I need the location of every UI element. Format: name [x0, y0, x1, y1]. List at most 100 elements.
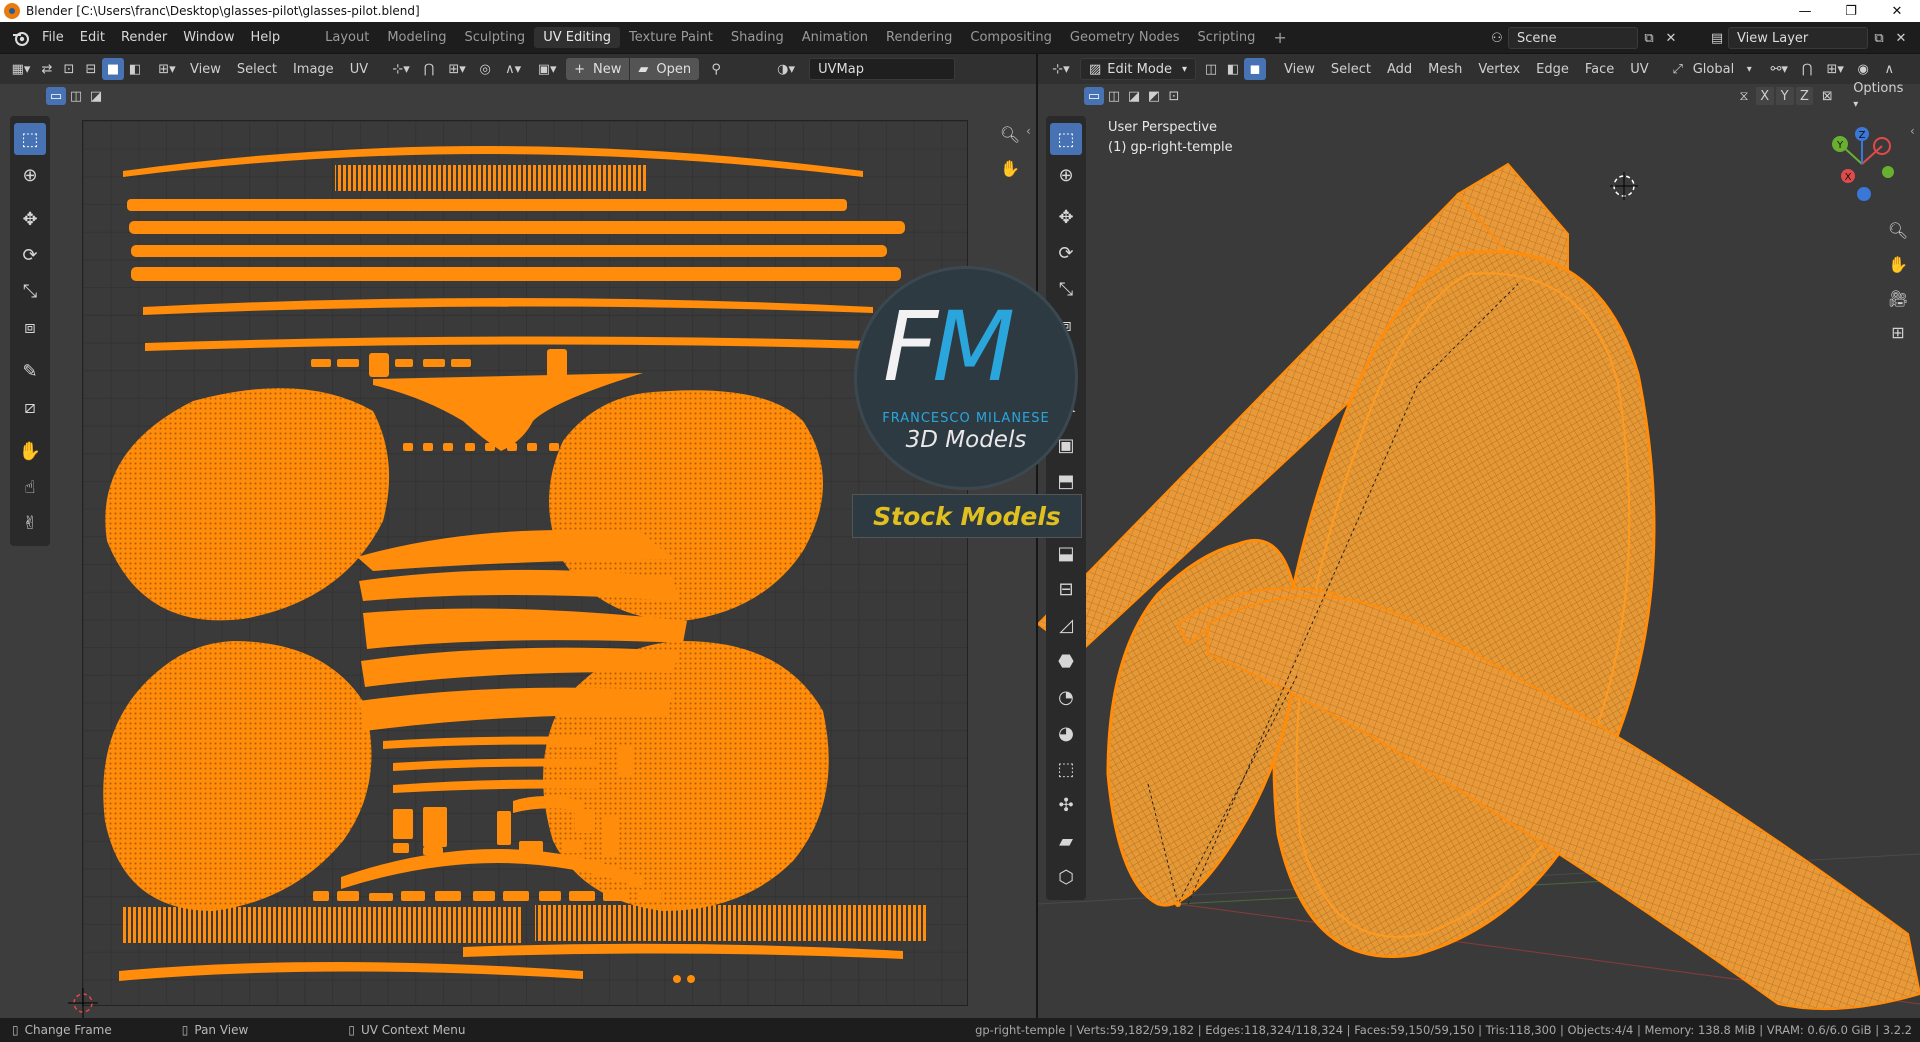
uv-sync-selection-icon[interactable]: ⇄: [36, 58, 58, 80]
delete-view-layer-icon[interactable]: ✕: [1890, 27, 1912, 49]
viewport-menu-add[interactable]: Add: [1379, 62, 1420, 77]
axis-x-toggle[interactable]: X: [1755, 87, 1774, 105]
vp-sidebar-toggle-icon[interactable]: ‹: [1910, 124, 1915, 138]
rip-icon[interactable]: ⬡: [1050, 861, 1082, 893]
smooth-icon[interactable]: ◕: [1050, 717, 1082, 749]
vp-select-intersect-icon[interactable]: ⊡: [1164, 87, 1184, 105]
tab-uv-editing[interactable]: UV Editing: [534, 27, 621, 48]
vp-scale-icon[interactable]: ⤡: [1050, 273, 1082, 305]
vp-select-invert-icon[interactable]: ◩: [1144, 87, 1164, 105]
pin-icon[interactable]: ⚲: [705, 58, 727, 80]
vp-select-new-icon[interactable]: ▭: [1084, 87, 1104, 105]
cursor-icon[interactable]: ⊕: [14, 159, 46, 191]
menu-render[interactable]: Render: [113, 30, 175, 45]
falloff-icon[interactable]: ∧▾: [498, 58, 528, 80]
spin-icon[interactable]: ◔: [1050, 681, 1082, 713]
select-new-icon[interactable]: ▭: [46, 87, 66, 105]
viewport-menu-vertex[interactable]: Vertex: [1470, 62, 1528, 77]
mode-dropdown[interactable]: ▨ Edit Mode ▾: [1080, 58, 1196, 80]
overlay-icon[interactable]: ◑▾: [771, 58, 801, 80]
scene-icon[interactable]: ⚇: [1486, 27, 1508, 49]
viewport-editor-type-icon[interactable]: ⊹▾: [1046, 58, 1076, 80]
vp-select-extend-icon[interactable]: ◫: [1104, 87, 1124, 105]
uv-vertex-select-icon[interactable]: ⊡: [58, 58, 80, 80]
vp-rotate-icon[interactable]: ⟳: [1050, 237, 1082, 269]
tab-layout[interactable]: Layout: [316, 27, 378, 48]
blender-menu-icon[interactable]: [8, 27, 34, 49]
navigation-gizmo[interactable]: Y Z X: [1818, 120, 1908, 210]
uv-grid[interactable]: [82, 120, 968, 1006]
pan-icon[interactable]: ✋: [996, 154, 1024, 182]
orientation-icon[interactable]: ⤢: [1667, 58, 1689, 80]
shrink-fatten-icon[interactable]: ✣: [1050, 789, 1082, 821]
rip-region-icon[interactable]: ⧄: [14, 391, 46, 423]
vp-zoom-icon[interactable]: 🔍︎: [1884, 216, 1912, 244]
zoom-icon[interactable]: 🔍︎: [996, 120, 1024, 148]
face-select-icon[interactable]: ◼: [1244, 58, 1266, 80]
select-subtract-icon[interactable]: ◪: [86, 87, 106, 105]
close-button[interactable]: ✕: [1874, 4, 1920, 19]
maximize-button[interactable]: ❐: [1828, 4, 1874, 19]
orientation-chevron-icon[interactable]: ▾: [1738, 58, 1760, 80]
vp-pan-icon[interactable]: ✋: [1884, 250, 1912, 278]
axis-z-toggle[interactable]: Z: [1795, 87, 1814, 105]
viewport-menu-mesh[interactable]: Mesh: [1420, 62, 1470, 77]
glasses-model[interactable]: [1038, 54, 1920, 1018]
vp-move-icon[interactable]: ✥: [1050, 201, 1082, 233]
pivot-icon[interactable]: ⊹▾: [386, 58, 416, 80]
knife-icon[interactable]: ◿: [1050, 609, 1082, 641]
viewport-menu-view[interactable]: View: [1276, 62, 1323, 77]
menu-file[interactable]: File: [34, 30, 72, 45]
grab-icon[interactable]: ✋: [14, 435, 46, 467]
tab-compositing[interactable]: Compositing: [961, 27, 1061, 48]
edge-slide-icon[interactable]: ⬚: [1050, 753, 1082, 785]
mirror-icon[interactable]: ⧖: [1734, 87, 1754, 105]
tab-modeling[interactable]: Modeling: [378, 27, 455, 48]
scale-icon[interactable]: ⤡: [14, 275, 46, 307]
vp-select-subtract-icon[interactable]: ◪: [1124, 87, 1144, 105]
tab-rendering[interactable]: Rendering: [877, 27, 961, 48]
editor-type-icon[interactable]: ▦▾: [6, 58, 36, 80]
image-browse-icon[interactable]: ▣▾: [532, 58, 562, 80]
viewport-falloff-icon[interactable]: ∧: [1876, 58, 1902, 80]
relax-icon[interactable]: ☝: [14, 471, 46, 503]
minimize-button[interactable]: —: [1782, 4, 1828, 19]
viewport-proportional-icon[interactable]: ◉: [1850, 58, 1876, 80]
shear-icon[interactable]: ▰: [1050, 825, 1082, 857]
menu-edit[interactable]: Edit: [72, 30, 113, 45]
viewport-menu-face[interactable]: Face: [1577, 62, 1622, 77]
delete-scene-icon[interactable]: ✕: [1660, 27, 1682, 49]
pinch-icon[interactable]: ✌: [14, 507, 46, 539]
viewport-menu-edge[interactable]: Edge: [1528, 62, 1577, 77]
uv-menu-select[interactable]: Select: [229, 62, 285, 77]
sidebar-toggle-icon[interactable]: ‹: [1026, 124, 1031, 138]
tab-animation[interactable]: Animation: [793, 27, 877, 48]
uvmap-field[interactable]: UVMap: [809, 58, 956, 80]
camera-view-icon[interactable]: 🎥︎: [1884, 284, 1912, 312]
tab-shading[interactable]: Shading: [722, 27, 793, 48]
uv-face-select-icon[interactable]: ■: [102, 58, 124, 80]
orientation-dropdown[interactable]: Global: [1689, 62, 1738, 77]
uv-menu-view[interactable]: View: [182, 62, 229, 77]
menu-help[interactable]: Help: [243, 30, 289, 45]
edge-select-icon[interactable]: ◧: [1222, 58, 1244, 80]
uv-edge-select-icon[interactable]: ⊟: [80, 58, 102, 80]
viewport-snap-target-icon[interactable]: ⊞▾: [1820, 58, 1850, 80]
uv-menu-image[interactable]: Image: [285, 62, 342, 77]
loop-cut-icon[interactable]: ⊟: [1050, 573, 1082, 605]
rotate-icon[interactable]: ⟳: [14, 239, 46, 271]
bevel-icon[interactable]: ⬓: [1050, 537, 1082, 569]
transform-icon[interactable]: ⧈: [14, 311, 46, 343]
proportional-edit-icon[interactable]: ◎: [472, 58, 498, 80]
extrude-region-icon[interactable]: ⬒: [1050, 465, 1082, 497]
open-image-button[interactable]: ▰ Open: [630, 58, 700, 80]
select-box-icon[interactable]: ⬚: [14, 123, 46, 155]
vp-select-box-icon[interactable]: ⬚: [1050, 123, 1082, 155]
new-scene-icon[interactable]: ⧉: [1638, 27, 1660, 49]
snap-icon[interactable]: ⋂: [416, 58, 442, 80]
tab-texture-paint[interactable]: Texture Paint: [620, 27, 722, 48]
viewport-menu-select[interactable]: Select: [1323, 62, 1379, 77]
auto-merge-icon[interactable]: ⊠: [1817, 87, 1837, 105]
move-icon[interactable]: ✥: [14, 203, 46, 235]
snap-target-icon[interactable]: ⊞▾: [442, 58, 472, 80]
